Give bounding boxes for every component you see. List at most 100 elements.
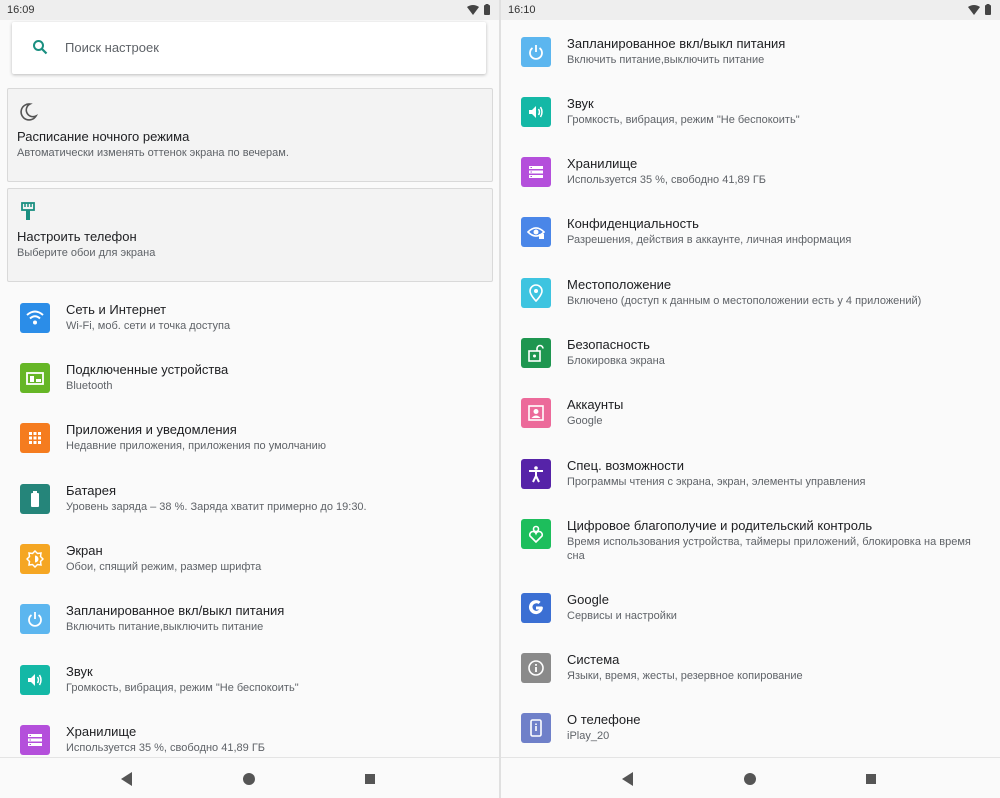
item-subtitle: iPlay_20 <box>567 730 610 742</box>
item-subtitle: Уровень заряда – 38 %. Заряда хватит при… <box>66 501 367 513</box>
location-pin-icon <box>521 278 551 308</box>
item-subtitle: Используется 35 %, свободно 41,89 ГБ <box>66 742 265 754</box>
item-title: Экран <box>66 543 103 558</box>
storage-icon <box>20 725 50 755</box>
card-title: Настроить телефон <box>17 229 137 244</box>
item-title: Сеть и Интернет <box>66 302 167 317</box>
back-icon[interactable] <box>117 769 137 789</box>
navigation-bar <box>501 757 1000 798</box>
wifi-icon <box>20 303 50 333</box>
google-icon <box>521 593 551 623</box>
status-bar: 16:09 <box>0 0 499 20</box>
settings-item-scheduled-power[interactable]: Запланированное вкл/выкл питания Включит… <box>0 603 499 664</box>
privacy-eye-icon <box>521 217 551 247</box>
volume-icon <box>20 665 50 695</box>
apps-icon <box>20 423 50 453</box>
search-placeholder: Поиск настроек <box>65 40 159 55</box>
navigation-bar <box>0 757 499 798</box>
settings-item-privacy[interactable]: Конфиденциальность Разрешения, действия … <box>501 216 1000 277</box>
item-subtitle: Используется 35 %, свободно 41,89 ГБ <box>567 174 766 186</box>
item-title: Звук <box>567 96 594 111</box>
item-title: Подключенные устройства <box>66 362 229 377</box>
account-icon <box>521 398 551 428</box>
paint-brush-icon <box>17 201 39 228</box>
item-subtitle: Включено (доступ к данным о местоположен… <box>567 295 922 307</box>
volume-icon <box>521 97 551 127</box>
back-icon[interactable] <box>618 769 638 789</box>
settings-item-system[interactable]: Система Языки, время, жесты, резервное к… <box>501 652 1000 713</box>
settings-item-sound[interactable]: Звук Громкость, вибрация, режим "Не бесп… <box>501 96 1000 157</box>
settings-item-digital-wellbeing[interactable]: Цифровое благополучие и родительский кон… <box>501 518 1000 593</box>
item-subtitle: Разрешения, действия в аккаунте, личная … <box>567 234 852 246</box>
settings-item-battery[interactable]: Батарея Уровень заряда – 38 %. Заряда хв… <box>0 483 499 544</box>
left-screen: 16:09 Поиск настроек Расписание ночного … <box>0 0 499 798</box>
settings-item-accessibility[interactable]: Спец. возможности Программы чтения с экр… <box>501 458 1000 519</box>
night-light-suggestion-card[interactable]: Расписание ночного режима Автоматически … <box>7 88 493 182</box>
settings-item-sound[interactable]: Звук Громкость, вибрация, режим "Не бесп… <box>0 664 499 725</box>
right-screen: 16:10 Запланированное вкл/выкл питания В… <box>501 0 1000 798</box>
lock-icon <box>521 338 551 368</box>
item-subtitle: Сервисы и настройки <box>567 610 677 622</box>
item-subtitle: Включить питание,выключить питание <box>66 621 264 633</box>
accessibility-icon <box>521 459 551 489</box>
item-subtitle: Языки, время, жесты, резервное копирован… <box>567 670 803 682</box>
item-subtitle: Включить питание,выключить питание <box>567 54 765 66</box>
item-title: Запланированное вкл/выкл питания <box>567 36 786 51</box>
item-title: Аккаунты <box>567 397 624 412</box>
search-bar[interactable]: Поиск настроек <box>12 22 486 74</box>
settings-item-accounts[interactable]: Аккаунты Google <box>501 397 1000 458</box>
battery-icon <box>20 484 50 514</box>
item-title: Конфиденциальность <box>567 216 699 231</box>
settings-item-connected-devices[interactable]: Подключенные устройства Bluetooth <box>0 362 499 423</box>
item-subtitle: Время использования устройства, таймеры … <box>567 536 971 562</box>
settings-item-apps[interactable]: Приложения и уведомления Недавние прилож… <box>0 422 499 483</box>
item-title: Запланированное вкл/выкл питания <box>66 603 285 618</box>
item-title: Приложения и уведомления <box>66 422 237 437</box>
item-subtitle: Программы чтения с экрана, экран, элемен… <box>567 476 866 488</box>
recents-icon[interactable] <box>360 769 380 789</box>
item-title: О телефоне <box>567 712 641 727</box>
item-title: Хранилище <box>66 724 137 739</box>
item-subtitle: Недавние приложения, приложения по умолч… <box>66 440 327 452</box>
card-subtitle: Выберите обои для экрана <box>17 247 156 259</box>
item-subtitle: Bluetooth <box>66 380 113 392</box>
power-icon <box>20 604 50 634</box>
settings-item-security[interactable]: Безопасность Блокировка экрана <box>501 337 1000 398</box>
home-icon[interactable] <box>740 769 760 789</box>
item-title: Спец. возможности <box>567 458 684 473</box>
wifi-battery-status-icons <box>466 4 492 16</box>
brightness-icon <box>20 544 50 574</box>
item-subtitle: Wi-Fi, моб. сети и точка доступа <box>66 320 231 332</box>
settings-item-location[interactable]: Местоположение Включено (доступ к данным… <box>501 277 1000 338</box>
search-icon <box>32 39 48 60</box>
phone-icon <box>521 713 551 743</box>
item-subtitle: Громкость, вибрация, режим "Не беспокоит… <box>66 682 299 694</box>
setup-phone-suggestion-card[interactable]: Настроить телефон Выберите обои для экра… <box>7 188 493 282</box>
item-subtitle: Google <box>567 415 603 427</box>
wifi-battery-status-icons <box>967 4 993 16</box>
item-title: Google <box>567 592 609 607</box>
settings-item-display[interactable]: Экран Обои, спящий режим, размер шрифта <box>0 543 499 604</box>
moon-icon <box>17 101 39 128</box>
item-title: Хранилище <box>567 156 638 171</box>
status-time: 16:10 <box>508 4 536 16</box>
settings-item-google[interactable]: Google Сервисы и настройки <box>501 592 1000 653</box>
settings-item-storage[interactable]: Хранилище Используется 35 %, свободно 41… <box>501 156 1000 217</box>
item-title: Цифровое благополучие и родительский кон… <box>567 518 873 533</box>
recents-icon[interactable] <box>861 769 881 789</box>
wellbeing-icon <box>521 519 551 549</box>
item-subtitle: Громкость, вибрация, режим "Не беспокоит… <box>567 114 800 126</box>
settings-item-scheduled-power[interactable]: Запланированное вкл/выкл питания Включит… <box>501 36 1000 97</box>
card-title: Расписание ночного режима <box>17 129 190 144</box>
item-title: Безопасность <box>567 337 650 352</box>
settings-item-network[interactable]: Сеть и Интернет Wi-Fi, моб. сети и точка… <box>0 302 499 363</box>
item-title: Батарея <box>66 483 117 498</box>
devices-icon <box>20 363 50 393</box>
item-subtitle: Обои, спящий режим, размер шрифта <box>66 561 262 573</box>
item-title: Местоположение <box>567 277 672 292</box>
status-time: 16:09 <box>7 4 35 16</box>
status-bar: 16:10 <box>501 0 1000 20</box>
info-icon <box>521 653 551 683</box>
home-icon[interactable] <box>239 769 259 789</box>
item-subtitle: Блокировка экрана <box>567 355 665 367</box>
